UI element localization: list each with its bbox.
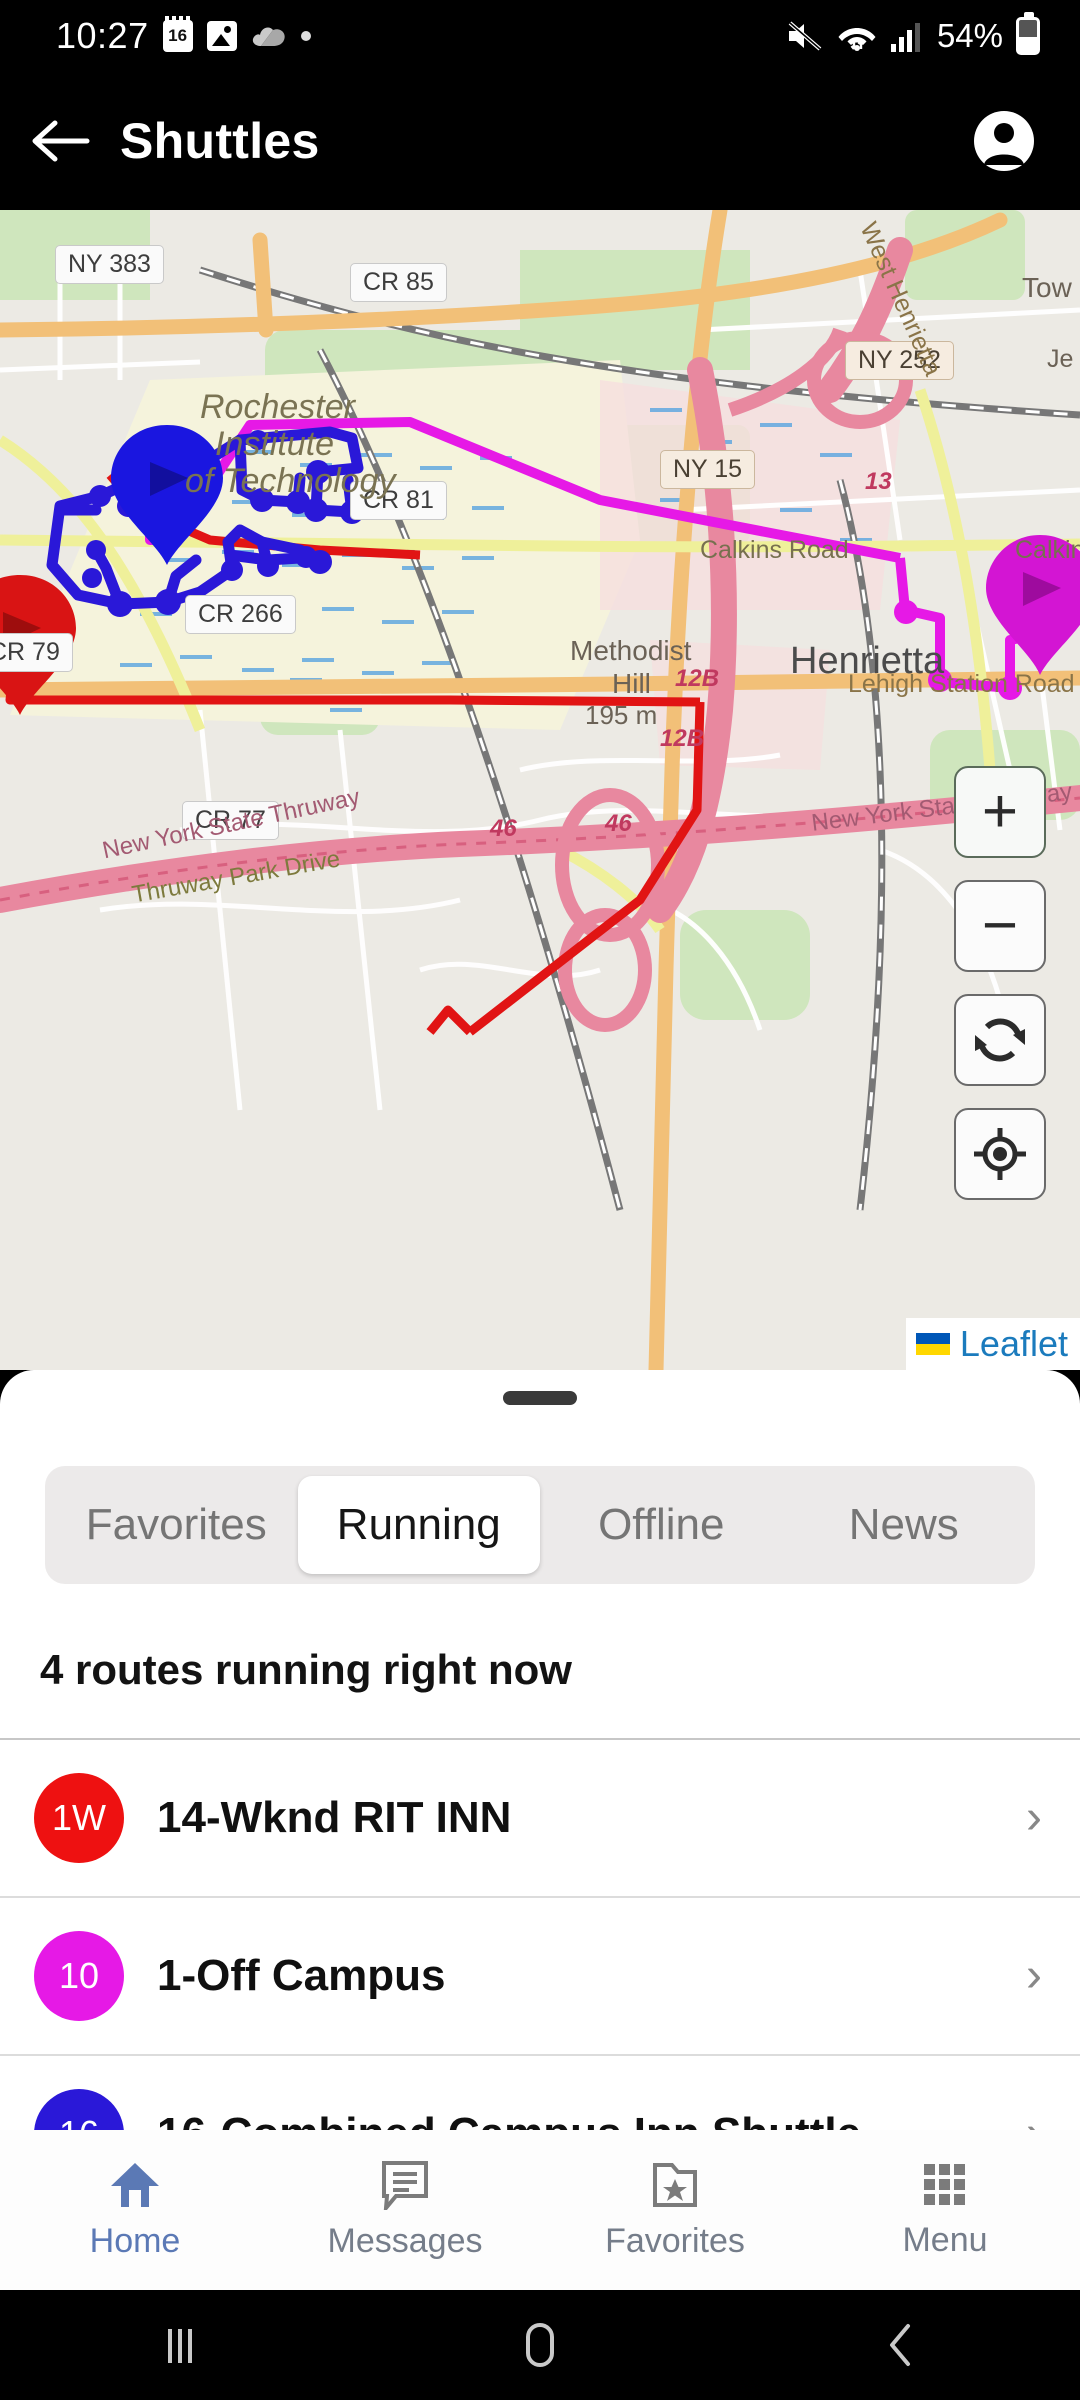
map-zoom-out-button[interactable]: − bbox=[954, 880, 1046, 972]
status-bar-right: 54% bbox=[786, 12, 1080, 55]
map-shield: NY 15 bbox=[660, 450, 756, 489]
refresh-icon bbox=[975, 1018, 1025, 1062]
nav-menu-label: Menu bbox=[902, 2220, 988, 2259]
map-place-label: of Technology bbox=[185, 462, 396, 500]
home-icon bbox=[111, 2162, 159, 2207]
map-locate-button[interactable] bbox=[954, 1108, 1046, 1200]
chevron-right-icon: › bbox=[1026, 1791, 1042, 1844]
phone-screen: 10:27 16 54% Shuttles NY 383 CR 85 NY 25… bbox=[0, 0, 1080, 2400]
folder-star-icon bbox=[653, 2162, 697, 2207]
route-badge: 10 bbox=[34, 1931, 124, 2021]
wifi-icon bbox=[837, 19, 877, 53]
routes-heading: 4 routes running right now bbox=[40, 1646, 572, 1693]
cloud-icon bbox=[251, 24, 287, 48]
grid-menu-icon bbox=[924, 2163, 965, 2205]
nav-messages[interactable]: Messages bbox=[270, 2160, 540, 2261]
calendar-icon: 16 bbox=[162, 16, 193, 52]
status-clock: 10:27 bbox=[56, 15, 149, 56]
tab-running[interactable]: Running bbox=[297, 1476, 540, 1574]
account-circle-icon bbox=[974, 111, 1034, 171]
map-shield: CR 266 bbox=[185, 595, 296, 634]
app-bar: Shuttles bbox=[0, 72, 1080, 210]
map-exit-number: 12B bbox=[675, 665, 720, 692]
map-street-label: Tow bbox=[1022, 272, 1072, 303]
map-refresh-button[interactable] bbox=[954, 994, 1046, 1086]
tab-offline[interactable]: Offline bbox=[540, 1476, 783, 1574]
map-street-label: Lehigh Station Road bbox=[848, 670, 1075, 698]
route-badge: 1W bbox=[34, 1773, 124, 1863]
map-attribution[interactable]: Leaflet bbox=[905, 1318, 1080, 1370]
map-shield: CR 85 bbox=[350, 263, 447, 302]
photos-icon bbox=[206, 21, 237, 51]
route-name: 1-Off Campus bbox=[157, 1951, 446, 2000]
status-bar-left: 10:27 16 bbox=[0, 15, 311, 57]
locate-icon bbox=[974, 1128, 1026, 1180]
back-chevron-icon bbox=[890, 2324, 910, 2366]
android-recents-button[interactable] bbox=[0, 2321, 360, 2369]
map-shield: NY 383 bbox=[55, 245, 164, 284]
map-exit-number: 13 bbox=[865, 468, 892, 495]
bottom-sheet: Favorites Running Offline News 4 routes … bbox=[0, 1370, 1080, 2210]
map-view[interactable]: NY 383 CR 85 NY 252 NY 15 CR 81 CR 266 C… bbox=[0, 210, 1080, 1370]
chevron-right-icon: › bbox=[1026, 1949, 1042, 2002]
route-name: 14-Wknd RIT INN bbox=[157, 1793, 512, 1842]
map-elevation-label: 195 m bbox=[585, 700, 658, 730]
map-place-label: Methodist bbox=[570, 635, 692, 666]
map-exit-number: 46 bbox=[605, 810, 632, 837]
sheet-tab-bar: Favorites Running Offline News bbox=[45, 1466, 1035, 1584]
map-exit-number: 46 bbox=[490, 815, 517, 842]
bottom-navigation-bar: Home Messages Favorites Menu bbox=[0, 2130, 1080, 2290]
message-icon bbox=[382, 2160, 428, 2210]
android-navigation-bar bbox=[0, 2290, 1080, 2400]
nav-home[interactable]: Home bbox=[0, 2160, 270, 2261]
plus-icon: + bbox=[981, 777, 1019, 847]
map-shield: CR 79 bbox=[0, 633, 73, 672]
page-title: Shuttles bbox=[120, 113, 320, 169]
map-street-label: Calkins bbox=[1015, 536, 1080, 564]
back-arrow-icon bbox=[32, 120, 90, 162]
tab-news[interactable]: News bbox=[783, 1476, 1026, 1574]
mute-icon bbox=[786, 19, 824, 53]
battery-percent: 54% bbox=[936, 17, 1003, 54]
nav-messages-label: Messages bbox=[327, 2221, 483, 2260]
android-back-button[interactable] bbox=[720, 2320, 1080, 2370]
map-canvas bbox=[0, 210, 1080, 1370]
status-bar: 10:27 16 54% bbox=[0, 0, 1080, 72]
map-place-label: Institute bbox=[215, 425, 335, 463]
nav-favorites-label: Favorites bbox=[605, 2221, 745, 2260]
map-place-label: Hill bbox=[612, 668, 651, 699]
map-street-label: Calkins Road bbox=[700, 536, 849, 564]
nav-menu[interactable]: Menu bbox=[810, 2161, 1080, 2260]
battery-icon bbox=[1016, 12, 1040, 55]
back-button[interactable] bbox=[0, 117, 120, 165]
android-home-button[interactable] bbox=[360, 2319, 720, 2371]
recents-icon bbox=[168, 2329, 192, 2363]
leaflet-link[interactable]: Leaflet bbox=[960, 1323, 1068, 1365]
map-place-label: Rochester bbox=[200, 388, 355, 426]
home-pill-icon bbox=[526, 2323, 554, 2367]
signal-icon bbox=[890, 19, 924, 53]
route-list-item[interactable]: 10 1-Off Campus › bbox=[0, 1898, 1080, 2056]
nav-home-label: Home bbox=[89, 2221, 181, 2260]
ukraine-flag-icon bbox=[915, 1333, 950, 1355]
tab-favorites[interactable]: Favorites bbox=[55, 1476, 298, 1574]
sheet-drag-handle[interactable] bbox=[503, 1391, 577, 1405]
route-list-item[interactable]: 1W 14-Wknd RIT INN › bbox=[0, 1740, 1080, 1898]
minus-icon: − bbox=[981, 890, 1019, 960]
map-street-label: Je bbox=[1047, 345, 1074, 373]
account-button[interactable] bbox=[972, 109, 1036, 173]
dot-icon bbox=[300, 31, 311, 41]
map-exit-number: 12B bbox=[660, 725, 705, 752]
map-zoom-in-button[interactable]: + bbox=[954, 766, 1046, 858]
nav-favorites[interactable]: Favorites bbox=[540, 2160, 810, 2261]
